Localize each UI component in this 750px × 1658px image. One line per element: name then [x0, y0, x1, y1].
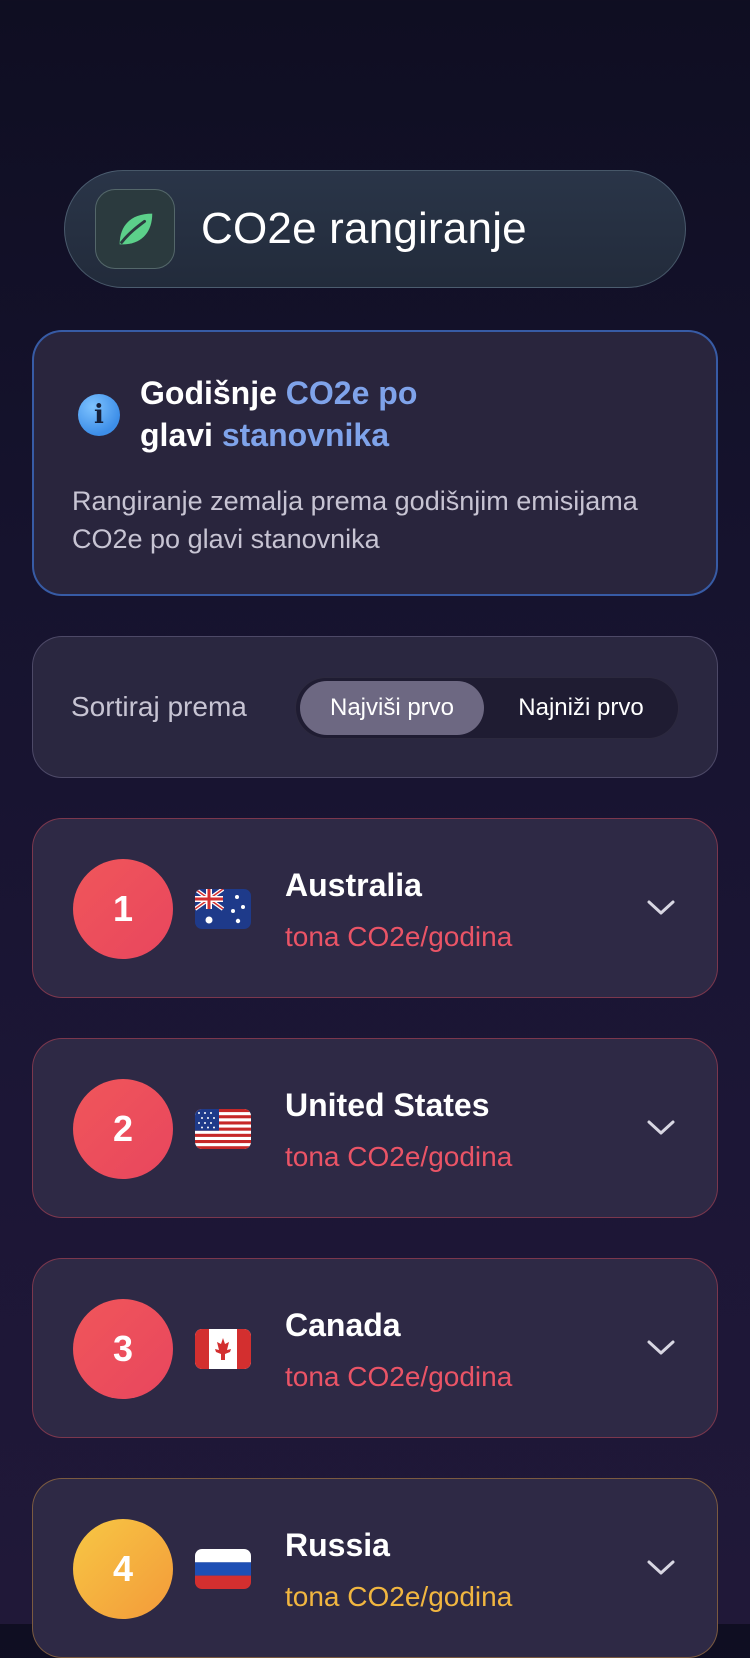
info-title-part1: Godišnje — [140, 375, 286, 411]
sort-highest-first-button[interactable]: Najviši prvo — [300, 681, 484, 735]
info-title-part2: glavi — [140, 417, 222, 453]
russia-flag-icon — [195, 1549, 251, 1589]
info-icon: i — [78, 394, 120, 436]
country-unit: tona CO2e/godina — [285, 1361, 513, 1392]
country-card-canada[interactable]: 3 Canada tona CO2e/godina — [32, 1258, 718, 1438]
sort-lowest-first-button[interactable]: Najniži prvo — [488, 681, 674, 735]
country-name: Canada — [285, 1307, 401, 1343]
canada-flag-icon — [195, 1329, 251, 1369]
rank-badge: 3 — [73, 1299, 173, 1399]
rank-badge: 4 — [73, 1519, 173, 1619]
chevron-down-icon[interactable] — [645, 891, 677, 923]
country-card-australia[interactable]: 1 Australia tona CO2e/godina — [32, 818, 718, 998]
title-header: CO2e rangiranje — [64, 170, 686, 288]
country-card-russia[interactable]: 4 Russia tona CO2e/godina — [32, 1478, 718, 1658]
leaf-icon — [95, 189, 175, 269]
chevron-down-icon[interactable] — [645, 1331, 677, 1363]
rank-badge: 1 — [73, 859, 173, 959]
usa-flag-icon — [195, 1109, 251, 1149]
australia-flag-icon — [195, 889, 251, 929]
country-unit: tona CO2e/godina — [285, 921, 513, 952]
info-title-highlight1: CO2e po — [285, 375, 418, 411]
sort-card: Sortiraj prema Najviši prvo Najniži prvo — [32, 636, 718, 778]
info-card: i Godišnje CO2e po glavi stanovnika Rang… — [32, 330, 718, 596]
country-card-united-states[interactable]: 2 United States tona CO2e/godina — [32, 1038, 718, 1218]
chevron-down-icon[interactable] — [645, 1111, 677, 1143]
info-title: Godišnje CO2e po glavi stanovnika — [140, 372, 470, 456]
country-unit: tona CO2e/godina — [285, 1141, 513, 1172]
info-description: Rangiranje zemalja prema godišnjim emisi… — [72, 486, 638, 554]
country-name: Russia — [285, 1527, 390, 1563]
sort-label: Sortiraj prema — [71, 691, 247, 722]
country-name: Australia — [285, 867, 422, 903]
sort-segmented-control: Najviši prvo Najniži prvo — [295, 677, 679, 739]
rank-badge: 2 — [73, 1079, 173, 1179]
info-title-highlight2: stanovnika — [221, 417, 389, 453]
chevron-down-icon[interactable] — [645, 1551, 677, 1583]
country-name: United States — [285, 1087, 490, 1123]
page-title: CO2e rangiranje — [201, 204, 527, 253]
country-unit: tona CO2e/godina — [285, 1581, 513, 1612]
